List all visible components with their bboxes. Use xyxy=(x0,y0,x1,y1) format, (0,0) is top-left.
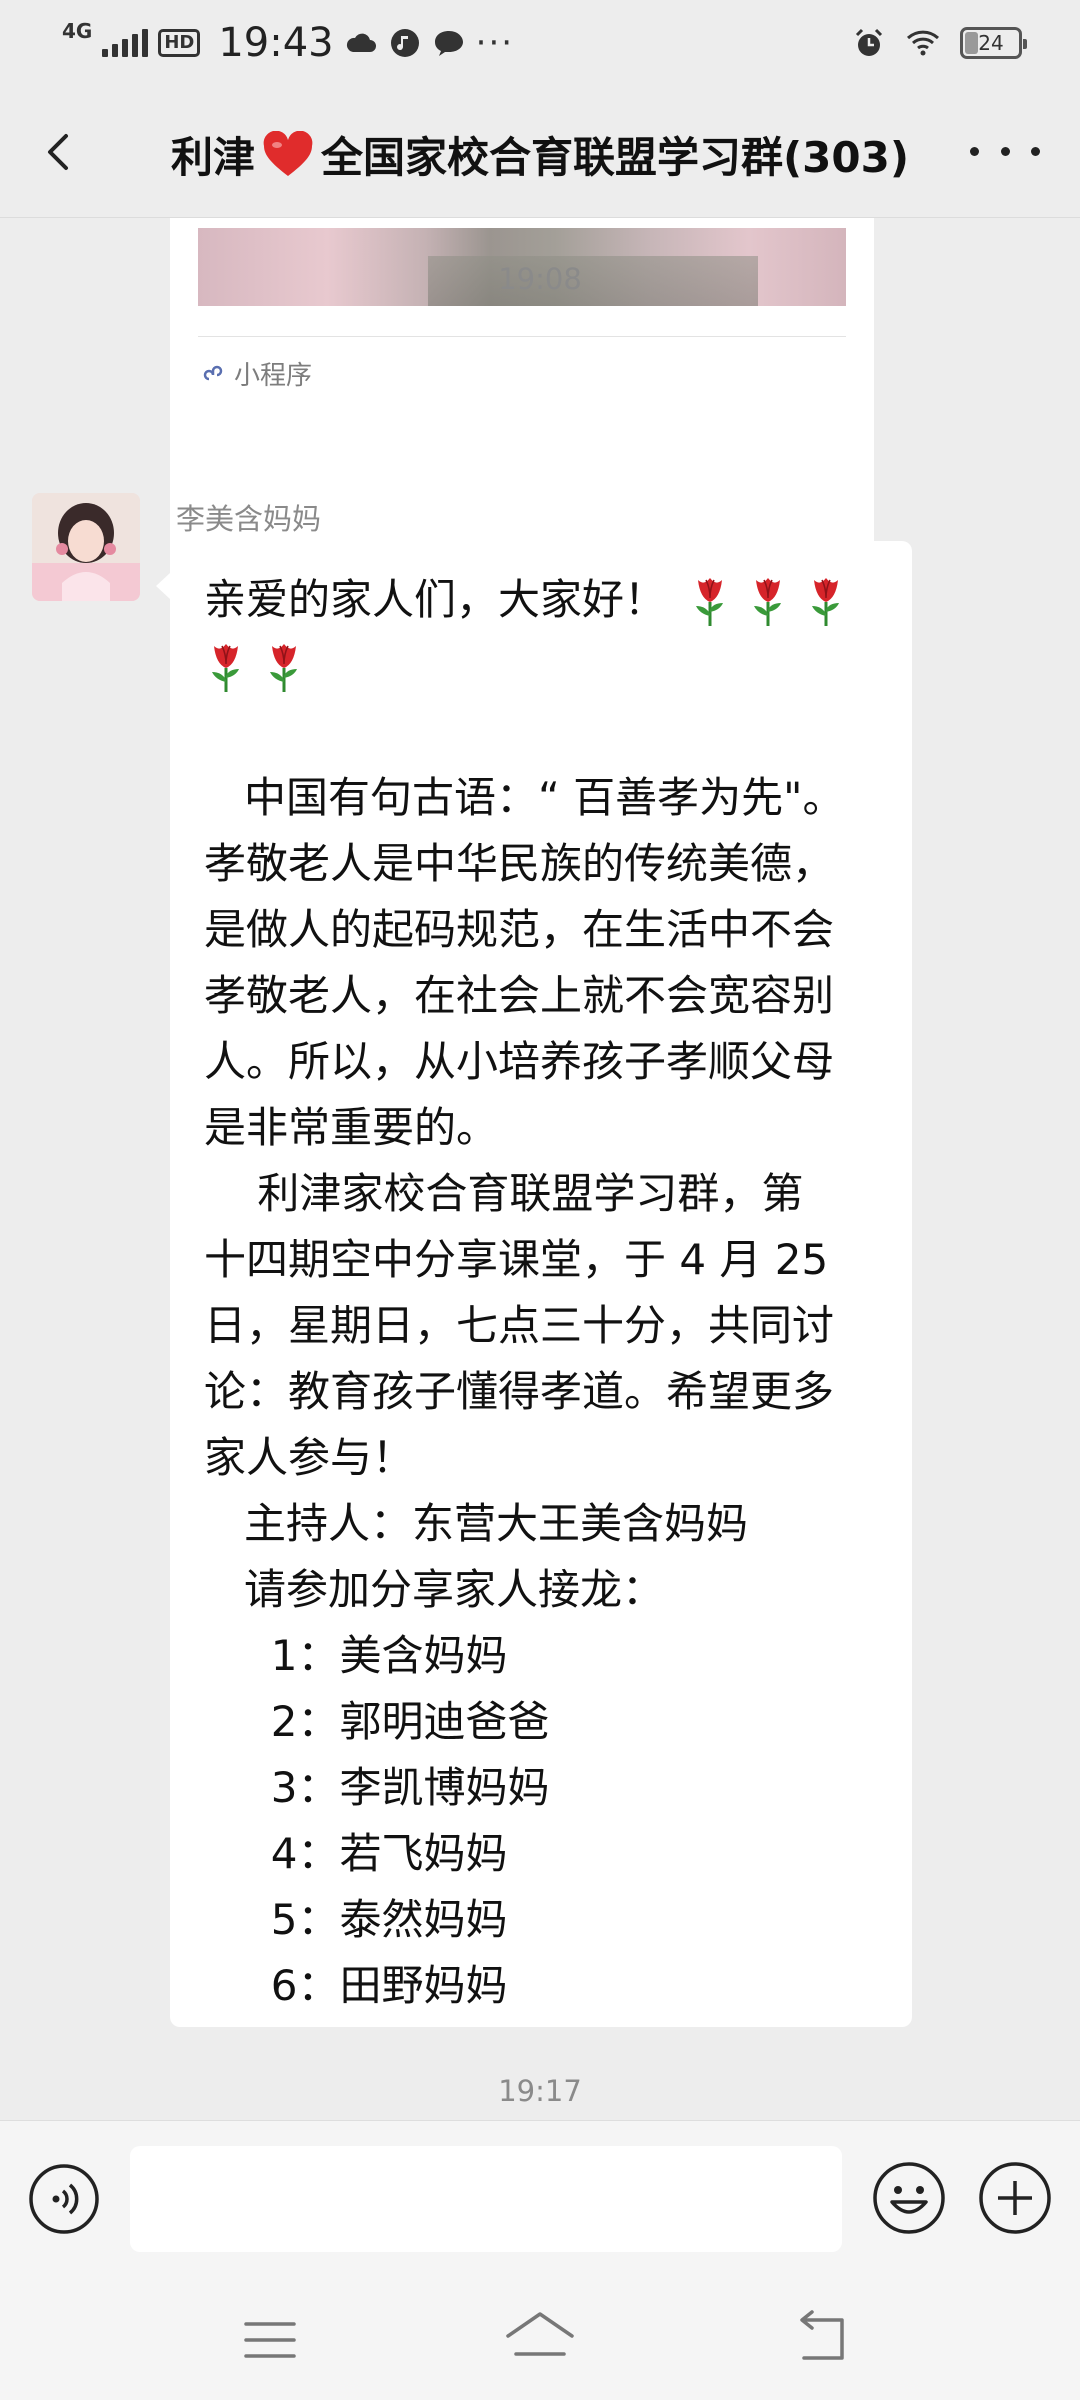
hd-icon: HD xyxy=(158,29,201,57)
alarm-icon xyxy=(855,28,883,56)
message-line: 请参加分享家人接龙： xyxy=(204,1565,665,1614)
signal-icon xyxy=(102,29,149,57)
avatar[interactable] xyxy=(32,493,140,601)
more-notifications: ··· xyxy=(475,23,515,63)
message-line: 利津家校合育联盟学习群，第 xyxy=(204,1169,804,1218)
chat-title: 利津 全国家校合育联盟学习群(303) xyxy=(0,124,1080,185)
music-icon xyxy=(390,29,419,57)
dot-icon xyxy=(1000,146,1010,156)
message-line: 亲爱的家人们，大家好！ xyxy=(204,567,878,633)
chat-header: 利津 全国家校合育联盟学习群(303) xyxy=(0,86,1080,218)
network-type: 4G xyxy=(62,19,93,43)
greeting-text: 亲爱的家人们，大家好！ xyxy=(204,575,667,624)
message-input[interactable] xyxy=(130,2146,842,2252)
input-bar xyxy=(0,2120,1080,2280)
message-line: 日，星期日，七点三十分，共同讨 xyxy=(204,1301,835,1350)
heart-icon xyxy=(263,130,313,176)
rose-group xyxy=(204,638,320,694)
back-icon[interactable] xyxy=(790,2308,854,2370)
avatar-image xyxy=(32,493,140,601)
home-icon[interactable] xyxy=(502,2306,578,2370)
message-line: 十四期空中分享课堂，于 4 月 25 xyxy=(204,1235,829,1284)
rose-icon xyxy=(804,572,848,628)
rose-icon xyxy=(262,638,306,694)
divider xyxy=(198,336,846,337)
status-bar: 4G HD 19:43 ··· 24 xyxy=(0,0,1080,86)
system-nav-bar xyxy=(0,2280,1080,2400)
message-line: 4：若飞妈妈 xyxy=(204,1829,508,1878)
voice-icon[interactable] xyxy=(28,2163,100,2235)
message-line: 是做人的起码规范，在生活中不会 xyxy=(204,905,835,954)
message-icon xyxy=(434,31,463,56)
message-line: 中国有句古语：“ 百善孝为先"。 xyxy=(204,773,845,822)
message-body: 中国有句古语：“ 百善孝为先"。 孝敬老人是中华民族的传统美德， 是做人的起码规范，… xyxy=(204,765,878,2019)
timestamp: 19:08 xyxy=(498,262,582,296)
status-left: 4G HD 19:43 ··· xyxy=(62,18,514,68)
dot-icon xyxy=(1031,146,1040,156)
timestamp: 19:17 xyxy=(498,2074,582,2108)
rose-group xyxy=(688,572,862,628)
sender-name: 李美含妈妈 xyxy=(176,502,322,536)
mini-program-label: 小程序 xyxy=(234,360,313,391)
emoji-icon[interactable] xyxy=(872,2161,946,2235)
status-right: 24 xyxy=(852,20,1027,66)
message-line: 论：教育孩子懂得孝道。希望更多 xyxy=(204,1367,835,1416)
battery-icon: 24 xyxy=(960,27,1027,59)
plus-icon[interactable] xyxy=(978,2161,1052,2235)
message-line: 孝敬老人是中华民族的传统美德， xyxy=(204,839,835,888)
message-line: 家人参与！ xyxy=(204,1433,415,1482)
status-time: 19:43 xyxy=(218,20,334,66)
message-line: 孝敬老人，在社会上就不会宽容别 xyxy=(204,971,835,1020)
message-bubble[interactable]: 亲爱的家人们，大家好！ 中国有句古语：“ 百善孝为先"。 孝敬老人是中华民族的传统… xyxy=(156,541,912,2027)
message-line: 主持人：东营大王美含妈妈 xyxy=(204,1499,749,1548)
title-prefix: 利津 xyxy=(170,133,255,182)
rose-icon xyxy=(688,572,732,628)
message-line: 人。所以，从小培养孩子孝顺父母 xyxy=(204,1037,835,1086)
message-line: 2：郭明迪爸爸 xyxy=(204,1697,550,1746)
title-suffix: 全国家校合育联盟学习群(303) xyxy=(320,133,910,182)
message-line: 1：美含妈妈 xyxy=(204,1631,508,1680)
message-line xyxy=(204,633,878,699)
dot-icon xyxy=(970,146,979,156)
mini-program-footer: 小程序 xyxy=(202,353,312,393)
message-line: 是非常重要的。 xyxy=(204,1103,499,1152)
message-line: 6：田野妈妈 xyxy=(204,1961,508,2010)
rose-icon xyxy=(746,572,790,628)
mini-program-icon xyxy=(203,365,223,381)
menu-icon[interactable] xyxy=(240,2310,300,2370)
rose-icon xyxy=(204,638,248,694)
more-options-button[interactable] xyxy=(970,126,1040,176)
battery-level: 24 xyxy=(978,31,1004,55)
cloud-icon xyxy=(346,33,376,52)
message-line: 5：泰然妈妈 xyxy=(204,1895,508,1944)
wifi-icon xyxy=(906,30,940,56)
chat-area[interactable]: 小程序 19:08 李美含妈妈 亲爱的家人们，大家好！ 中国有句古语：“ 百善孝… xyxy=(0,218,1080,2120)
message-line: 3：李凯博妈妈 xyxy=(204,1763,550,1812)
